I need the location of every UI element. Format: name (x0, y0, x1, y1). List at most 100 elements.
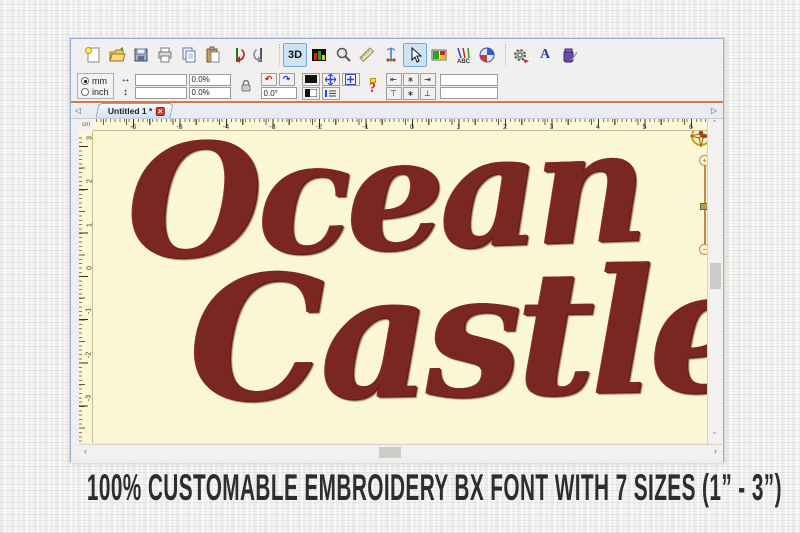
radio-unselected-icon (81, 87, 89, 96)
design-canvas[interactable]: Ocean Castle N + − (93, 131, 707, 443)
align-bottom-button[interactable]: ⊥ (419, 86, 436, 100)
color-view-button[interactable] (427, 43, 451, 67)
caption-row: 100% CUSTOMABLE EMBROIDERY BX FONT WITH … (0, 466, 800, 509)
align-right-icon: ⇥ (424, 74, 431, 84)
font-letters-button[interactable]: A (533, 43, 557, 67)
align-top-button[interactable]: ⊤ (385, 86, 402, 100)
stitch-points-icon (386, 47, 396, 62)
solid-rect-icon (304, 75, 317, 83)
height-arrows-icon: ↕ (123, 87, 129, 98)
open-folder-button[interactable] (105, 43, 129, 67)
scroll-left-button[interactable]: ‹ (79, 446, 92, 457)
view-outline-button[interactable] (321, 86, 340, 100)
width-input[interactable] (134, 73, 187, 86)
position-y-input[interactable] (439, 86, 498, 99)
font-a-label: A (539, 47, 551, 62)
redo-button[interactable] (249, 43, 273, 67)
vertical-scroll-thumb[interactable] (710, 263, 721, 289)
density-wheel-button[interactable] (475, 43, 499, 67)
radio-selected-icon (81, 76, 89, 85)
save-icon (134, 48, 148, 62)
align-center-v-icon: ∗ (407, 88, 414, 98)
width-percent-input[interactable]: 0.0% (188, 73, 231, 86)
tab-close-button[interactable]: × (156, 106, 166, 116)
compass-rose-widget[interactable]: N (689, 131, 707, 149)
paste-button[interactable] (201, 43, 225, 67)
stitch-histogram-icon (312, 49, 326, 61)
zoom-in-button[interactable]: + (699, 155, 707, 166)
stitch-points-button[interactable] (379, 43, 403, 67)
unit-inch-radio[interactable]: inch (81, 87, 109, 97)
redo-icon (253, 48, 262, 63)
merge-design-button[interactable] (509, 43, 533, 67)
h-ruler-number: 4 (596, 124, 600, 131)
h-ruler-number: 2 (503, 124, 507, 131)
open-folder-icon (109, 47, 126, 62)
save-button[interactable] (129, 43, 153, 67)
question-mark-label: ? (369, 81, 377, 96)
h-ruler-number: 5 (642, 124, 647, 131)
fit-hoop-button[interactable] (341, 72, 360, 86)
ruler-unit-label: cm (79, 119, 93, 131)
undo-icon (236, 48, 245, 63)
gear-merge-icon (514, 49, 529, 63)
tab-untitled-1[interactable]: Untitled 1 * × (95, 103, 175, 118)
align-top-icon: ⊤ (390, 88, 397, 98)
color-view-icon (431, 49, 447, 61)
tab-scroll-left-button[interactable]: ◁ (71, 106, 85, 115)
rotate-left-icon: ↶ (264, 74, 273, 84)
rotate-right-button[interactable]: ↷ (278, 73, 295, 86)
size-fields-group: ↔ 0.0% ↕ 0.0% (119, 73, 231, 99)
transform-toolbar: mm inch ↔ 0.0% ↕ 0.0% ↶ ↷ 0.0° ? ⇤ ∗ ⇥ ⊤… (71, 71, 723, 101)
position-x-input[interactable] (439, 73, 498, 86)
align-center-h-icon: ∗ (407, 74, 414, 84)
workspace: cm -6 -5 -4 -3 -2 -1 0 1 2 3 4 5 6 3 2 1 0 -1 -2 -3 Ocean … (71, 119, 723, 463)
h-ruler-number: 3 (549, 124, 554, 131)
h-ruler-number: -3 (269, 124, 276, 131)
unit-mm-radio[interactable]: mm (81, 76, 109, 86)
horizontal-scrollbar[interactable]: ‹ › (79, 444, 722, 459)
magnifier-icon (336, 47, 351, 62)
svg-text:ABC: ABC (457, 59, 471, 64)
undo-button[interactable] (225, 43, 249, 67)
main-toolbar: 3D ABC A (71, 39, 723, 71)
height-input[interactable] (134, 86, 187, 99)
zoom-tool-button[interactable] (331, 43, 355, 67)
lock-aspect-button[interactable] (236, 76, 256, 96)
vertical-scrollbar[interactable]: ˆ ˇ (707, 119, 722, 444)
rotate-right-icon: ↷ (282, 74, 291, 84)
h-ruler-number: 0 (410, 124, 414, 131)
align-center-v-button[interactable]: ∗ (402, 86, 419, 100)
scroll-down-button[interactable]: ˇ (708, 431, 721, 442)
scroll-up-button[interactable]: ˆ (708, 119, 721, 130)
h-ruler-number: -6 (129, 124, 137, 131)
rotate-left-button[interactable]: ↶ (260, 73, 277, 86)
height-percent-input[interactable]: 0.0% (188, 86, 231, 99)
zoom-out-button[interactable]: − (699, 244, 707, 255)
new-document-button[interactable] (81, 43, 105, 67)
view-contrast-button[interactable] (301, 86, 320, 100)
thread-palette-button[interactable] (557, 43, 581, 67)
stitch-histogram-button[interactable] (307, 43, 331, 67)
help-button[interactable]: ? (365, 73, 381, 99)
view-3d-button[interactable]: 3D (283, 43, 307, 67)
copy-button[interactable] (177, 43, 201, 67)
select-tool-button[interactable] (403, 43, 427, 67)
view-solid-button[interactable] (301, 72, 320, 86)
align-center-h-button[interactable]: ∗ (402, 72, 419, 86)
scroll-right-button[interactable]: › (709, 446, 722, 457)
measure-tool-button[interactable] (355, 43, 379, 67)
center-design-button[interactable] (321, 72, 340, 86)
view-3d-label: 3D (287, 49, 303, 61)
zoom-slider-handle[interactable] (700, 203, 707, 210)
align-right-button[interactable]: ⇥ (419, 72, 436, 86)
lettering-button[interactable]: ABC (451, 43, 475, 67)
print-button[interactable] (153, 43, 177, 67)
tab-scroll-right-button[interactable]: ▷ (707, 106, 721, 115)
align-left-button[interactable]: ⇤ (385, 72, 402, 86)
rotation-input[interactable]: 0.0° (260, 87, 297, 99)
design-text-line2[interactable]: Castle (187, 228, 707, 441)
width-arrows-icon: ↔ (120, 74, 131, 85)
fit-hoop-icon (345, 73, 357, 85)
horizontal-scroll-thumb[interactable] (379, 447, 401, 458)
